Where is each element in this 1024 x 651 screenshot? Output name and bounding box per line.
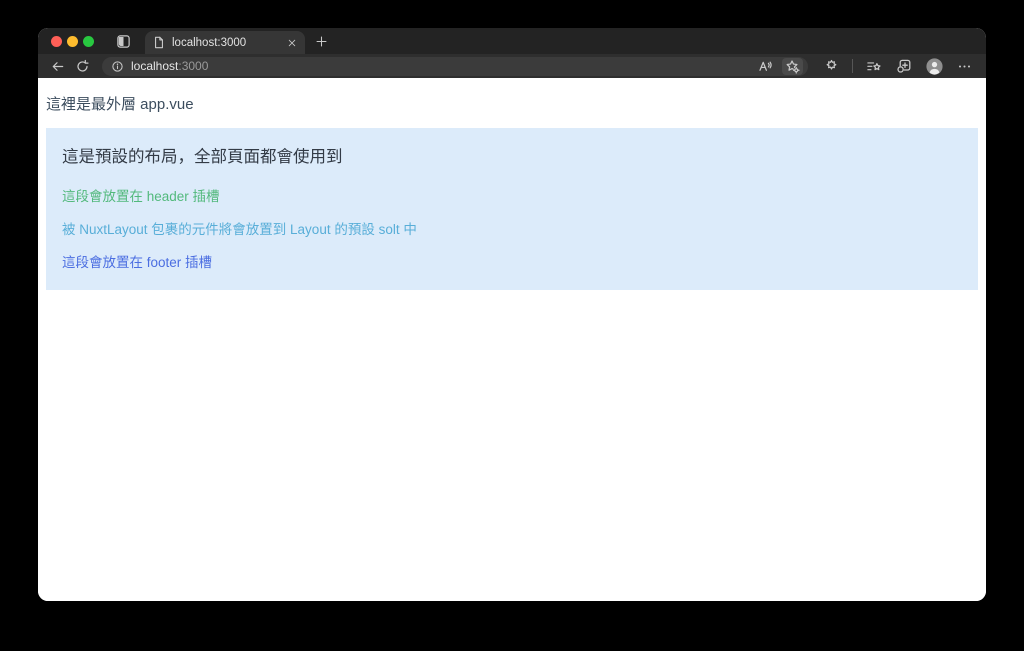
tab-title: localhost:3000 bbox=[172, 36, 247, 49]
close-tab-icon[interactable] bbox=[287, 38, 297, 48]
browser-toolbar: localhost:3000 bbox=[38, 54, 986, 78]
site-info-icon[interactable] bbox=[111, 60, 124, 73]
extensions-icon[interactable] bbox=[820, 58, 843, 75]
default-slot-text: 被 NuxtLayout 包裹的元件將會放置到 Layout 的預設 solt … bbox=[62, 221, 417, 237]
close-window-button[interactable] bbox=[51, 35, 62, 47]
profile-avatar[interactable] bbox=[922, 57, 947, 76]
browser-tab[interactable]: localhost:3000 bbox=[145, 31, 305, 54]
footer-slot-text: 這段會放置在 footer 插槽 bbox=[62, 254, 213, 270]
browser-window: localhost:3000 localhost:3000 這裡是最外層 app… bbox=[38, 28, 986, 601]
tab-strip: localhost:3000 bbox=[38, 28, 986, 54]
tab-actions-icon bbox=[116, 34, 131, 49]
zoom-window-button[interactable] bbox=[83, 35, 94, 47]
address-bar[interactable]: localhost:3000 bbox=[102, 56, 808, 76]
page-content: 這裡是最外層 app.vue 這是預設的布局，全部頁面都會使用到 這段會放置在 … bbox=[38, 78, 986, 601]
favorites-settings-button[interactable] bbox=[782, 57, 803, 75]
traffic-lights bbox=[38, 35, 94, 47]
layout-title: 這是預設的布局，全部頁面都會使用到 bbox=[62, 148, 343, 166]
back-button[interactable] bbox=[48, 57, 67, 76]
tab-actions-menu-button[interactable] bbox=[116, 34, 131, 49]
app-vue-heading: 這裡是最外層 app.vue bbox=[46, 96, 194, 113]
favorites-icon[interactable] bbox=[862, 58, 886, 75]
collections-icon[interactable] bbox=[892, 57, 916, 75]
reload-button[interactable] bbox=[73, 57, 92, 76]
minimize-window-button[interactable] bbox=[67, 35, 78, 47]
page-icon bbox=[153, 36, 165, 49]
default-layout-box: 這是預設的布局，全部頁面都會使用到 這段會放置在 header 插槽 被 Nux… bbox=[46, 128, 978, 290]
toolbar-separator bbox=[852, 59, 853, 73]
url-text[interactable]: localhost:3000 bbox=[131, 59, 208, 73]
url-port: :3000 bbox=[178, 59, 209, 73]
more-menu-icon[interactable] bbox=[953, 58, 976, 75]
header-slot-text: 這段會放置在 header 插槽 bbox=[62, 189, 220, 204]
new-tab-button[interactable] bbox=[315, 35, 328, 48]
read-aloud-button[interactable] bbox=[754, 58, 775, 75]
url-host: localhost bbox=[131, 59, 179, 73]
